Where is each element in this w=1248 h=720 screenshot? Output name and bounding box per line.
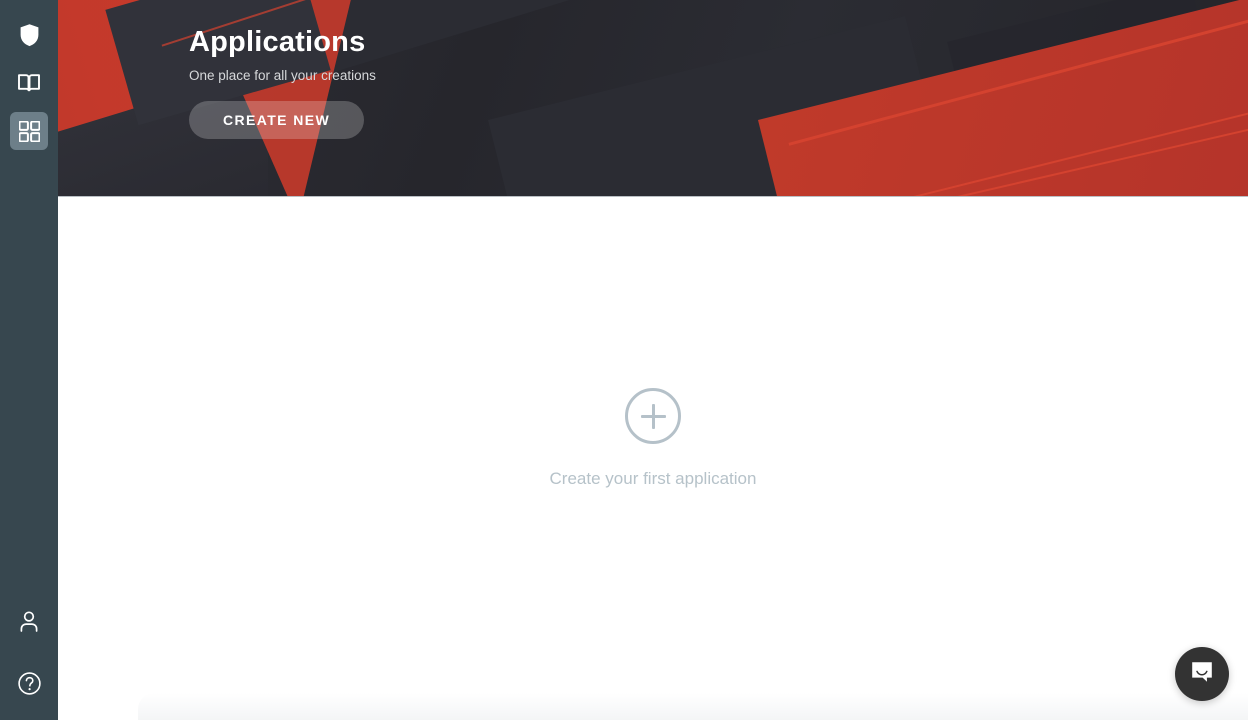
sidebar-bottom-nav [10,602,48,720]
content-area: Create your first application [58,197,1248,720]
main-area: Applications One place for all your crea… [58,0,1248,720]
sidebar-item-account[interactable] [10,602,48,640]
empty-state-label: Create your first application [549,469,757,488]
empty-state[interactable]: Create your first application [549,388,757,489]
create-new-button[interactable]: CREATE NEW [189,101,365,140]
shield-icon [19,23,40,47]
sidebar-item-security[interactable] [10,16,48,54]
footer-panel [138,693,1248,720]
plus-circle-icon[interactable] [625,388,681,444]
sidebar-item-documentation[interactable] [10,64,48,102]
sidebar-top-nav [10,0,48,150]
sidebar-item-applications[interactable] [10,112,48,150]
sidebar-item-help[interactable] [10,664,48,702]
page-title: Applications [189,26,366,58]
book-icon [17,72,41,94]
chat-bubble-icon [1189,659,1215,690]
page-banner: Applications One place for all your crea… [58,0,1248,197]
sidebar [0,0,58,720]
grid-icon [18,120,40,142]
user-icon [19,610,39,632]
help-icon [17,671,41,695]
application-window: Applications One place for all your crea… [0,0,1248,720]
banner-content: Applications One place for all your crea… [58,0,1248,140]
chat-launcher-button[interactable] [1175,647,1229,701]
page-subtitle: One place for all your creations [189,68,376,84]
